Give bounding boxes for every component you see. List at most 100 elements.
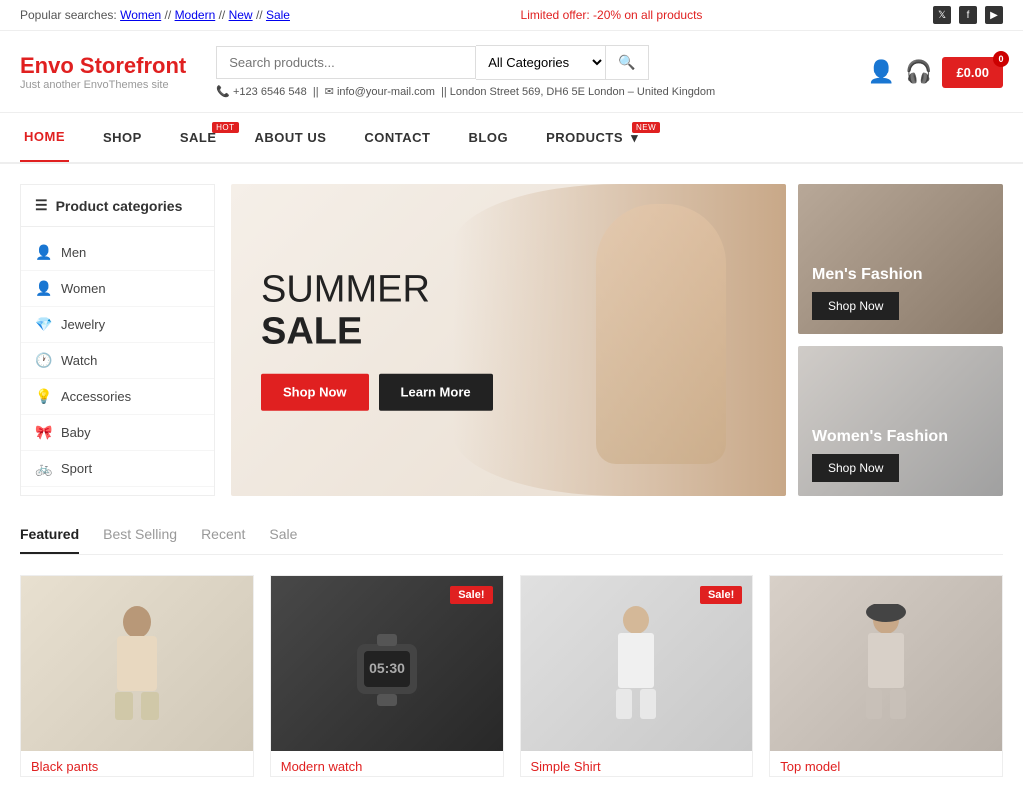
search-button[interactable]: 🔍 [606,45,648,80]
main-nav: HOME SHOP SALE HOT ABOUT US CONTACT BLOG… [0,113,1023,164]
product-grid: Black pants 05:30 Sale! Modern watch [20,575,1003,777]
logo-title[interactable]: Envo Storefront [20,53,186,79]
product-name-3: Simple Shirt [521,751,753,776]
cart-wrapper: 0 £0.00 [942,64,1003,80]
header: Envo Storefront Just another EnvoThemes … [0,31,1023,113]
category-watch-label: Watch [61,353,97,368]
side-banner-2-button[interactable]: Shop Now [812,454,899,482]
category-men-label: Men [61,245,86,260]
product-card-2: 05:30 Sale! Modern watch [270,575,504,777]
product-image-4 [770,576,1002,751]
hero-line2: SALE [261,311,362,353]
sport-icon: 🚲 [35,460,51,477]
product-card-1: Black pants [20,575,254,777]
nav-about[interactable]: ABOUT US [251,114,331,161]
side-banner-mens: Men's Fashion Shop Now [798,184,1003,334]
nav-shop[interactable]: SHOP [99,114,146,161]
women-icon: 👤 [35,280,51,297]
product-tabs: Featured Best Selling Recent Sale [20,516,1003,555]
side-banner-2-content: Women's Fashion Shop Now [812,427,948,482]
category-select[interactable]: All Categories [476,45,606,80]
nav-products[interactable]: PRODUCTS NEW ▾ [542,114,642,162]
hero-content: SUMMER SALE Shop Now Learn More [261,270,493,411]
nav-blog[interactable]: BLOG [465,114,513,161]
svg-text:05:30: 05:30 [369,660,405,676]
category-jewelry[interactable]: 💎 Jewelry [21,307,214,343]
nav-contact[interactable]: CONTACT [360,114,434,161]
men-icon: 👤 [35,244,51,261]
phone-number: +123 6546 548 [233,86,307,98]
search-input[interactable] [216,46,476,79]
tab-sale[interactable]: Sale [269,516,297,554]
hero-banner: SUMMER SALE Shop Now Learn More [231,184,786,496]
social-links: 𝕏 f ▶ [933,6,1003,24]
hero-shop-now-button[interactable]: Shop Now [261,373,369,410]
wishlist-icon[interactable]: 🎧 [905,59,932,84]
category-women-label: Women [61,281,106,296]
popular-searches: Popular searches: Women // Modern // New… [20,8,290,22]
side-banner-2-title: Women's Fashion [812,427,948,446]
product-sale-badge-2: Sale! [450,586,492,604]
category-watch[interactable]: 🕐 Watch [21,343,214,379]
category-women[interactable]: 👤 Women [21,271,214,307]
sidebar-menu-icon: ☰ [35,197,48,214]
facebook-icon[interactable]: f [959,6,977,24]
cart-button[interactable]: 0 £0.00 [942,57,1003,88]
hero-line1: SUMMER [261,269,430,311]
product-figure-4 [846,604,926,724]
nav-home[interactable]: HOME [20,113,69,162]
top-bar: Popular searches: Women // Modern // New… [0,0,1023,31]
cart-amount: £0.00 [956,65,989,80]
product-name-1: Black pants [21,751,253,776]
category-accessories-label: Accessories [61,389,131,404]
search-section: All Categories 🔍 📞 +123 6546 548 || ✉ in… [216,45,837,98]
baby-icon: 🎀 [35,424,51,441]
product-figure-1 [97,604,177,724]
side-banner-1-title: Men's Fashion [812,265,922,284]
youtube-icon[interactable]: ▶ [985,6,1003,24]
logo-subtitle: Just another EnvoThemes site [20,79,186,91]
popular-link-new[interactable]: New [229,8,253,22]
product-sale-badge-3: Sale! [700,586,742,604]
category-baby[interactable]: 🎀 Baby [21,415,214,451]
category-sport[interactable]: 🚲 Sport [21,451,214,487]
main-content: ☰ Product categories 👤 Men 👤 Women 💎 Jew… [0,164,1023,516]
product-card-4: Top model [769,575,1003,777]
popular-link-women[interactable]: Women [120,8,161,22]
jewelry-icon: 💎 [35,316,51,333]
product-name-4: Top model [770,751,1002,776]
hero-learn-more-button[interactable]: Learn More [379,373,493,410]
contact-info: 📞 +123 6546 548 || ✉ info@your-mail.com … [216,85,715,98]
hero-title: SUMMER SALE [261,270,493,354]
product-figure-2: 05:30 [342,619,432,709]
account-icon[interactable]: 👤 [868,59,895,85]
side-banner-1-content: Men's Fashion Shop Now [812,265,922,320]
product-section: Featured Best Selling Recent Sale Black … [0,516,1023,797]
category-sport-label: Sport [61,461,92,476]
side-banner-1-button[interactable]: Shop Now [812,292,899,320]
tab-recent[interactable]: Recent [201,516,245,554]
popular-link-sale[interactable]: Sale [266,8,290,22]
category-men[interactable]: 👤 Men [21,235,214,271]
nav-sale[interactable]: SALE HOT [176,114,221,161]
twitter-icon[interactable]: 𝕏 [933,6,951,24]
offer-label: Limited offer: -20% on all products [521,8,703,22]
offer-text: Limited offer: -20% on all products [521,8,703,22]
watch-icon: 🕐 [35,352,51,369]
wishlist-icon-wrapper: 🎧 [905,59,932,85]
product-image-1 [21,576,253,751]
tab-featured[interactable]: Featured [20,516,79,554]
sidebar: ☰ Product categories 👤 Men 👤 Women 💎 Jew… [20,184,215,496]
sidebar-title: Product categories [56,198,183,214]
product-figure-3 [596,604,676,724]
cart-badge: 0 [993,51,1009,67]
popular-link-modern[interactable]: Modern [175,8,216,22]
popular-label: Popular searches: [20,8,117,22]
category-list: 👤 Men 👤 Women 💎 Jewelry 🕐 Watch 💡 Access… [21,227,214,495]
category-jewelry-label: Jewelry [61,317,105,332]
hero-person-shape [596,204,726,464]
side-banners: Men's Fashion Shop Now Women's Fashion S… [798,184,1003,496]
product-card-3: Sale! Simple Shirt [520,575,754,777]
tab-best-selling[interactable]: Best Selling [103,516,177,554]
category-accessories[interactable]: 💡 Accessories [21,379,214,415]
